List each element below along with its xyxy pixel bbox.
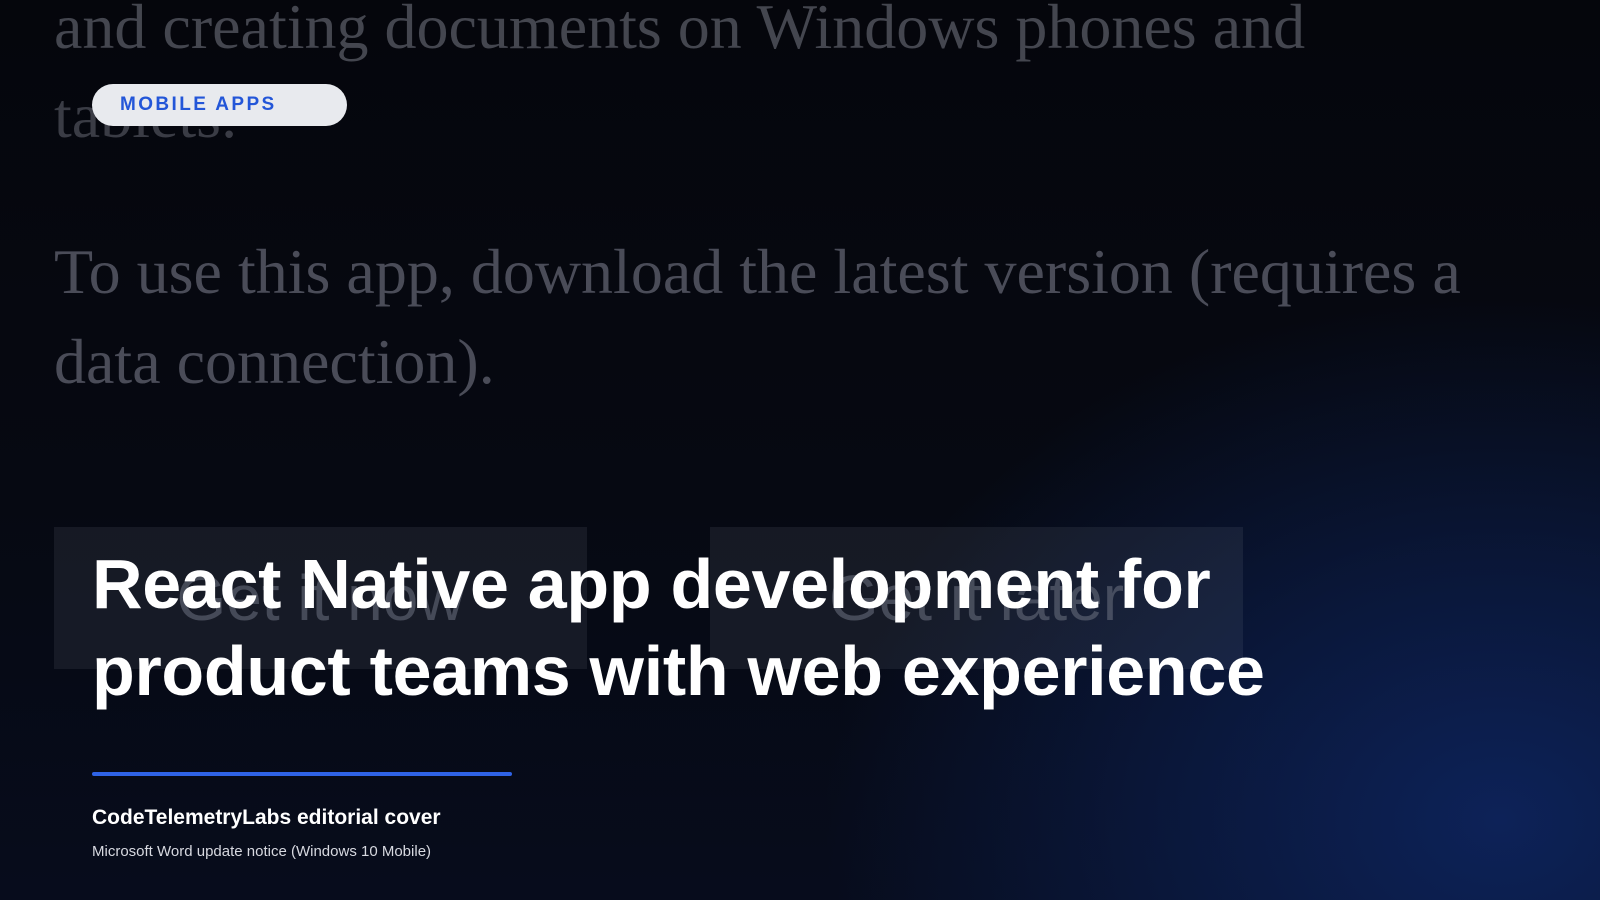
headline: React Native app development for product… (92, 541, 1512, 715)
headline-line-2: product teams with web experience (92, 632, 1265, 710)
byline: CodeTelemetryLabs editorial cover (92, 806, 441, 829)
category-badge-label: MOBILE APPS (120, 94, 277, 115)
accent-rule (92, 772, 512, 776)
headline-line-1: React Native app development for (92, 545, 1211, 623)
background-text-line: To use this app, download the latest ver… (54, 236, 1461, 307)
background-text-line: and creating documents on Windows phones… (54, 0, 1306, 62)
category-badge: MOBILE APPS (92, 84, 347, 126)
background-text-line: data connection). (54, 326, 495, 397)
caption: Microsoft Word update notice (Windows 10… (92, 843, 432, 860)
editorial-cover: and creating documents on Windows phones… (0, 0, 1600, 900)
